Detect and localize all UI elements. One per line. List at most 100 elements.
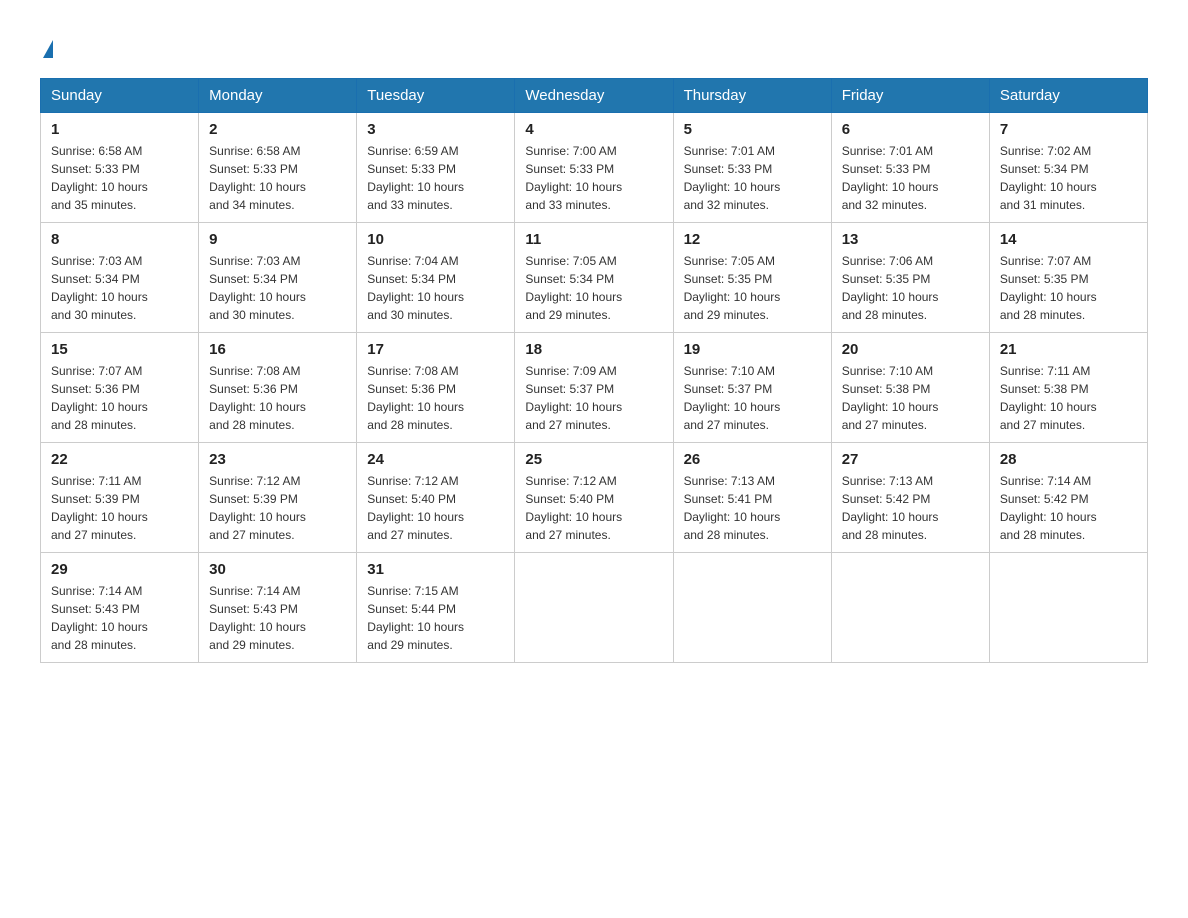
day-number: 9 bbox=[209, 231, 346, 248]
day-info: Sunrise: 7:12 AM Sunset: 5:40 PM Dayligh… bbox=[525, 472, 662, 544]
day-info: Sunrise: 7:04 AM Sunset: 5:34 PM Dayligh… bbox=[367, 252, 504, 324]
day-number: 25 bbox=[525, 451, 662, 468]
calendar-cell: 27 Sunrise: 7:13 AM Sunset: 5:42 PM Dayl… bbox=[831, 443, 989, 553]
calendar-cell bbox=[673, 553, 831, 663]
calendar-cell: 16 Sunrise: 7:08 AM Sunset: 5:36 PM Dayl… bbox=[199, 333, 357, 443]
day-info: Sunrise: 7:06 AM Sunset: 5:35 PM Dayligh… bbox=[842, 252, 979, 324]
day-number: 24 bbox=[367, 451, 504, 468]
day-number: 30 bbox=[209, 561, 346, 578]
day-number: 7 bbox=[1000, 121, 1137, 138]
day-info: Sunrise: 7:15 AM Sunset: 5:44 PM Dayligh… bbox=[367, 582, 504, 654]
calendar-cell: 12 Sunrise: 7:05 AM Sunset: 5:35 PM Dayl… bbox=[673, 223, 831, 333]
day-number: 10 bbox=[367, 231, 504, 248]
day-info: Sunrise: 7:12 AM Sunset: 5:39 PM Dayligh… bbox=[209, 472, 346, 544]
day-number: 12 bbox=[684, 231, 821, 248]
col-header-tuesday: Tuesday bbox=[357, 79, 515, 113]
day-number: 4 bbox=[525, 121, 662, 138]
day-info: Sunrise: 7:07 AM Sunset: 5:36 PM Dayligh… bbox=[51, 362, 188, 434]
day-info: Sunrise: 7:10 AM Sunset: 5:38 PM Dayligh… bbox=[842, 362, 979, 434]
calendar-cell: 30 Sunrise: 7:14 AM Sunset: 5:43 PM Dayl… bbox=[199, 553, 357, 663]
day-info: Sunrise: 7:11 AM Sunset: 5:39 PM Dayligh… bbox=[51, 472, 188, 544]
calendar-cell: 31 Sunrise: 7:15 AM Sunset: 5:44 PM Dayl… bbox=[357, 553, 515, 663]
calendar-cell: 24 Sunrise: 7:12 AM Sunset: 5:40 PM Dayl… bbox=[357, 443, 515, 553]
col-header-monday: Monday bbox=[199, 79, 357, 113]
calendar-week-row: 1 Sunrise: 6:58 AM Sunset: 5:33 PM Dayli… bbox=[41, 113, 1148, 223]
calendar-cell: 22 Sunrise: 7:11 AM Sunset: 5:39 PM Dayl… bbox=[41, 443, 199, 553]
calendar-week-row: 29 Sunrise: 7:14 AM Sunset: 5:43 PM Dayl… bbox=[41, 553, 1148, 663]
col-header-thursday: Thursday bbox=[673, 79, 831, 113]
day-number: 22 bbox=[51, 451, 188, 468]
col-header-saturday: Saturday bbox=[989, 79, 1147, 113]
calendar-cell bbox=[989, 553, 1147, 663]
col-header-sunday: Sunday bbox=[41, 79, 199, 113]
calendar-cell: 20 Sunrise: 7:10 AM Sunset: 5:38 PM Dayl… bbox=[831, 333, 989, 443]
calendar-header-row: SundayMondayTuesdayWednesdayThursdayFrid… bbox=[41, 79, 1148, 113]
col-header-wednesday: Wednesday bbox=[515, 79, 673, 113]
calendar-week-row: 15 Sunrise: 7:07 AM Sunset: 5:36 PM Dayl… bbox=[41, 333, 1148, 443]
day-number: 29 bbox=[51, 561, 188, 578]
day-number: 3 bbox=[367, 121, 504, 138]
day-number: 27 bbox=[842, 451, 979, 468]
logo-triangle-icon bbox=[43, 40, 53, 58]
day-info: Sunrise: 7:13 AM Sunset: 5:41 PM Dayligh… bbox=[684, 472, 821, 544]
day-info: Sunrise: 6:58 AM Sunset: 5:33 PM Dayligh… bbox=[209, 142, 346, 214]
calendar-cell: 13 Sunrise: 7:06 AM Sunset: 5:35 PM Dayl… bbox=[831, 223, 989, 333]
day-number: 20 bbox=[842, 341, 979, 358]
day-info: Sunrise: 7:14 AM Sunset: 5:43 PM Dayligh… bbox=[209, 582, 346, 654]
day-number: 17 bbox=[367, 341, 504, 358]
day-info: Sunrise: 7:09 AM Sunset: 5:37 PM Dayligh… bbox=[525, 362, 662, 434]
day-info: Sunrise: 7:14 AM Sunset: 5:42 PM Dayligh… bbox=[1000, 472, 1137, 544]
day-number: 5 bbox=[684, 121, 821, 138]
day-number: 8 bbox=[51, 231, 188, 248]
logo bbox=[40, 30, 53, 58]
calendar-cell: 1 Sunrise: 6:58 AM Sunset: 5:33 PM Dayli… bbox=[41, 113, 199, 223]
calendar-cell: 29 Sunrise: 7:14 AM Sunset: 5:43 PM Dayl… bbox=[41, 553, 199, 663]
day-number: 6 bbox=[842, 121, 979, 138]
day-info: Sunrise: 7:12 AM Sunset: 5:40 PM Dayligh… bbox=[367, 472, 504, 544]
day-info: Sunrise: 7:03 AM Sunset: 5:34 PM Dayligh… bbox=[209, 252, 346, 324]
day-info: Sunrise: 7:03 AM Sunset: 5:34 PM Dayligh… bbox=[51, 252, 188, 324]
logo-general-line bbox=[40, 30, 53, 58]
day-number: 2 bbox=[209, 121, 346, 138]
page-header bbox=[40, 30, 1148, 58]
calendar-cell bbox=[515, 553, 673, 663]
day-info: Sunrise: 7:11 AM Sunset: 5:38 PM Dayligh… bbox=[1000, 362, 1137, 434]
calendar-cell: 21 Sunrise: 7:11 AM Sunset: 5:38 PM Dayl… bbox=[989, 333, 1147, 443]
calendar-cell: 23 Sunrise: 7:12 AM Sunset: 5:39 PM Dayl… bbox=[199, 443, 357, 553]
day-number: 1 bbox=[51, 121, 188, 138]
calendar-cell: 2 Sunrise: 6:58 AM Sunset: 5:33 PM Dayli… bbox=[199, 113, 357, 223]
day-number: 16 bbox=[209, 341, 346, 358]
day-info: Sunrise: 7:08 AM Sunset: 5:36 PM Dayligh… bbox=[367, 362, 504, 434]
day-number: 18 bbox=[525, 341, 662, 358]
day-number: 21 bbox=[1000, 341, 1137, 358]
calendar-cell: 11 Sunrise: 7:05 AM Sunset: 5:34 PM Dayl… bbox=[515, 223, 673, 333]
calendar-cell: 26 Sunrise: 7:13 AM Sunset: 5:41 PM Dayl… bbox=[673, 443, 831, 553]
calendar-table: SundayMondayTuesdayWednesdayThursdayFrid… bbox=[40, 78, 1148, 663]
calendar-cell: 9 Sunrise: 7:03 AM Sunset: 5:34 PM Dayli… bbox=[199, 223, 357, 333]
calendar-week-row: 8 Sunrise: 7:03 AM Sunset: 5:34 PM Dayli… bbox=[41, 223, 1148, 333]
calendar-cell: 6 Sunrise: 7:01 AM Sunset: 5:33 PM Dayli… bbox=[831, 113, 989, 223]
day-info: Sunrise: 7:01 AM Sunset: 5:33 PM Dayligh… bbox=[684, 142, 821, 214]
day-number: 19 bbox=[684, 341, 821, 358]
calendar-cell: 14 Sunrise: 7:07 AM Sunset: 5:35 PM Dayl… bbox=[989, 223, 1147, 333]
day-number: 14 bbox=[1000, 231, 1137, 248]
calendar-cell: 10 Sunrise: 7:04 AM Sunset: 5:34 PM Dayl… bbox=[357, 223, 515, 333]
calendar-cell: 18 Sunrise: 7:09 AM Sunset: 5:37 PM Dayl… bbox=[515, 333, 673, 443]
calendar-cell: 28 Sunrise: 7:14 AM Sunset: 5:42 PM Dayl… bbox=[989, 443, 1147, 553]
day-info: Sunrise: 7:02 AM Sunset: 5:34 PM Dayligh… bbox=[1000, 142, 1137, 214]
day-number: 15 bbox=[51, 341, 188, 358]
day-info: Sunrise: 7:01 AM Sunset: 5:33 PM Dayligh… bbox=[842, 142, 979, 214]
calendar-week-row: 22 Sunrise: 7:11 AM Sunset: 5:39 PM Dayl… bbox=[41, 443, 1148, 553]
day-number: 23 bbox=[209, 451, 346, 468]
calendar-cell: 15 Sunrise: 7:07 AM Sunset: 5:36 PM Dayl… bbox=[41, 333, 199, 443]
calendar-cell bbox=[831, 553, 989, 663]
calendar-cell: 25 Sunrise: 7:12 AM Sunset: 5:40 PM Dayl… bbox=[515, 443, 673, 553]
day-info: Sunrise: 6:58 AM Sunset: 5:33 PM Dayligh… bbox=[51, 142, 188, 214]
calendar-cell: 5 Sunrise: 7:01 AM Sunset: 5:33 PM Dayli… bbox=[673, 113, 831, 223]
day-info: Sunrise: 7:14 AM Sunset: 5:43 PM Dayligh… bbox=[51, 582, 188, 654]
day-number: 28 bbox=[1000, 451, 1137, 468]
day-info: Sunrise: 7:08 AM Sunset: 5:36 PM Dayligh… bbox=[209, 362, 346, 434]
day-number: 11 bbox=[525, 231, 662, 248]
calendar-cell: 4 Sunrise: 7:00 AM Sunset: 5:33 PM Dayli… bbox=[515, 113, 673, 223]
day-info: Sunrise: 7:05 AM Sunset: 5:34 PM Dayligh… bbox=[525, 252, 662, 324]
